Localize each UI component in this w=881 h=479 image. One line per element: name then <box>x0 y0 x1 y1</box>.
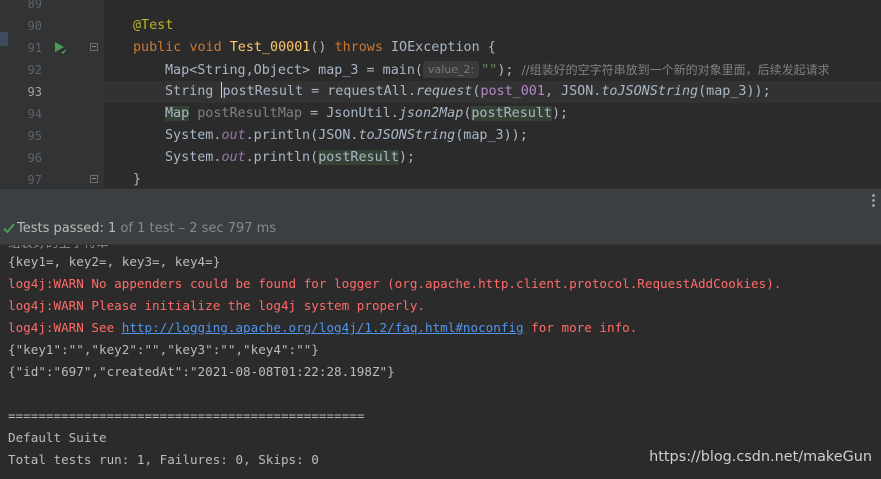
code-text: .println(JSON. <box>245 128 359 143</box>
code-line[interactable]: Map<String,Object> map_3 = main(value_2:… <box>104 59 881 81</box>
method-call: json2Map <box>398 106 464 121</box>
watermark: https://blog.csdn.net/makeGun <box>649 449 872 465</box>
console-suite-name: Default Suite <box>8 430 107 445</box>
console-warn-line: log4j:WARN No appenders could be found f… <box>8 276 782 291</box>
log4j-faq-link[interactable]: http://logging.apache.org/log4j/1.2/faq.… <box>122 320 524 335</box>
code-text: System. <box>165 150 222 165</box>
gutter-line: 95 <box>0 125 104 147</box>
gutter-line: 92 <box>0 59 104 81</box>
gutter-line: 90 <box>0 15 104 37</box>
code-text: (map_3)); <box>698 84 771 99</box>
code-line[interactable]: Map postResultMap = JsonUtil.json2Map(po… <box>104 103 881 125</box>
gutter-line: 89 <box>0 0 104 15</box>
line-number: 89 <box>27 0 42 11</box>
tests-detail: of 1 test – 2 sec 797 ms <box>116 221 277 236</box>
console-line: {"id":"697","createdAt":"2021-08-08T01:2… <box>8 364 395 379</box>
check-icon <box>3 223 15 234</box>
code-text: , JSON. <box>544 84 602 99</box>
code-text: ); <box>497 63 522 78</box>
gutter-line: 91 <box>0 37 104 59</box>
line-number: 94 <box>27 107 42 121</box>
method-name: Test_00001 <box>229 40 311 55</box>
code-text: = JsonUtil. <box>302 106 399 121</box>
fold-icon[interactable] <box>90 175 98 183</box>
fold-icon[interactable] <box>90 43 98 51</box>
code-text: () <box>310 40 335 55</box>
variable: post_001 <box>480 84 545 99</box>
code-text: Map <box>165 106 190 121</box>
console-text: log4j:WARN See <box>8 320 122 335</box>
parameter-hint: value_2: <box>422 61 480 78</box>
panel-splitter[interactable] <box>0 188 881 215</box>
keyword: public <box>133 40 182 55</box>
console-warn-line: log4j:WARN Please initialize the log4j s… <box>8 298 426 313</box>
code-text: ); <box>552 106 569 121</box>
gutter-line: 93 <box>0 81 104 103</box>
test-status-text: Tests passed: 1 of 1 test – 2 sec 797 ms <box>17 214 276 244</box>
code-text: Map<String,Object> map_3 = main( <box>165 63 423 78</box>
more-options-icon[interactable] <box>872 194 876 208</box>
code-line-current[interactable]: String postResult = requestAll.request(p… <box>104 81 881 103</box>
method-call: toJSONString <box>601 84 699 99</box>
console-warn-line: log4j:WARN See http://logging.apache.org… <box>8 317 637 339</box>
code-line[interactable]: System.out.println(postResult); <box>104 147 881 169</box>
method-call: request <box>415 84 473 99</box>
variable: postResult <box>471 106 552 121</box>
code-text: System. <box>165 128 222 143</box>
console-test-summary: Total tests run: 1, Failures: 0, Skips: … <box>8 452 319 467</box>
code-text: } <box>133 172 142 187</box>
annotation: @Test <box>133 18 174 33</box>
code-text: String <box>165 84 222 99</box>
static-field: out <box>221 150 246 165</box>
code-line[interactable]: public void Test_00001() throws IOExcept… <box>104 37 881 59</box>
method-call: toJSONString <box>358 128 456 143</box>
line-number: 97 <box>27 173 42 187</box>
console-line: {"key1":"","key2":"","key3":"","key4":""… <box>8 342 319 357</box>
line-number: 95 <box>27 129 42 143</box>
run-test-icon[interactable] <box>53 41 67 55</box>
code-line[interactable]: @Test <box>104 15 881 37</box>
console-text: for more info. <box>523 320 638 335</box>
string-literal: "" <box>481 63 498 78</box>
gutter-line: 94 <box>0 103 104 125</box>
variable: postResult <box>318 150 399 165</box>
code-editor[interactable]: 89 90 91 92 93 94 95 96 97 @Test public … <box>0 0 881 188</box>
console-line: {key1=, key2=, key3=, key4=} <box>8 254 221 269</box>
gutter-line: 97 <box>0 169 104 188</box>
static-field: out <box>221 128 246 143</box>
tests-passed-label: Tests passed: <box>17 221 109 236</box>
unused-variable: postResultMap <box>197 106 303 121</box>
editor-gutter: 89 90 91 92 93 94 95 96 97 <box>0 0 104 188</box>
variable: postResult <box>222 84 304 99</box>
console-separator: ========================================… <box>8 408 365 423</box>
code-text: .println( <box>245 150 319 165</box>
line-number: 92 <box>27 63 42 77</box>
keyword: throws <box>334 40 383 55</box>
gutter-line: 96 <box>0 147 104 169</box>
line-number: 91 <box>27 41 42 55</box>
line-number: 90 <box>27 19 42 33</box>
code-line[interactable]: System.out.println(JSON.toJSONString(map… <box>104 125 881 147</box>
keyword: void <box>189 40 222 55</box>
run-console[interactable]: 组装好的空字符串 {key1=, key2=, key3=, key4=} lo… <box>0 245 881 479</box>
line-number: 96 <box>27 151 42 165</box>
code-text: ); <box>398 150 415 165</box>
code-line[interactable]: } <box>104 169 881 188</box>
code-comment: //组装好的空字符串放到一个新的对象里面，后续发起请求 <box>521 63 830 77</box>
code-text: IOException { <box>382 40 496 55</box>
code-text: = requestAll. <box>303 84 416 99</box>
line-number-current: 93 <box>27 85 42 99</box>
code-text: (map_3)); <box>455 128 528 143</box>
test-status-bar: Tests passed: 1 of 1 test – 2 sec 797 ms <box>0 214 881 245</box>
